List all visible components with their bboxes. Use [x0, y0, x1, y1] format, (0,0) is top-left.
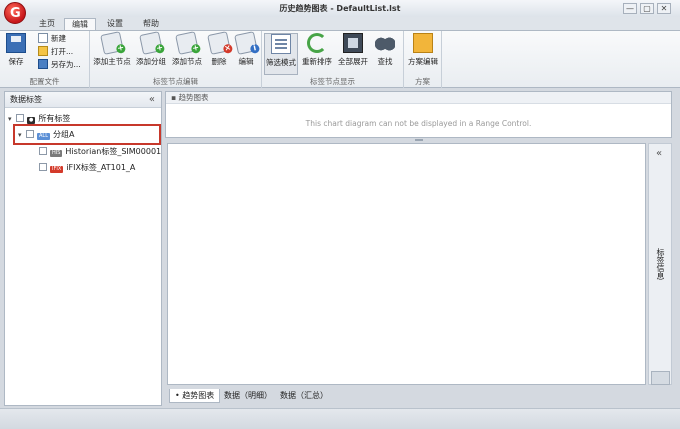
range-header: ▪ 趋势图表	[166, 92, 671, 104]
group-label-plan: 方案	[415, 77, 430, 86]
resort-label: 重新排序	[302, 57, 332, 66]
tag-info-panel[interactable]: « 标签信息	[648, 143, 672, 385]
group-tag-display: 筛选模式 重新排序 全部展开 查找 标签节点显示	[262, 31, 404, 88]
chart-area[interactable]	[167, 143, 646, 385]
resort-button[interactable]: 重新排序	[300, 33, 334, 75]
splitter-handle[interactable]	[415, 139, 423, 141]
expand-all-label: 全部展开	[338, 57, 368, 66]
new-file-icon	[38, 33, 48, 43]
add-group-button[interactable]: + 添加分组	[134, 31, 168, 75]
tag-delete-icon: ×	[207, 31, 234, 55]
open-button[interactable]: 打开...	[38, 46, 73, 58]
tag-node-add-icon: +	[175, 31, 202, 55]
item-checkbox[interactable]	[39, 147, 47, 155]
save-icon	[6, 33, 26, 53]
minimize-button[interactable]: —	[623, 3, 637, 14]
logo-letter: G	[10, 6, 21, 21]
save-as-label: 另存为...	[51, 60, 81, 69]
tree-item-row[interactable]: IFIX iFIX标签_AT101_A	[39, 161, 135, 175]
simple-mode-button[interactable]: 筛选模式	[264, 33, 298, 75]
tab-help[interactable]: 帮助	[136, 18, 166, 30]
delete-label: 删除	[211, 57, 227, 66]
tag-icon: ●	[27, 117, 36, 124]
add-group-label: 添加分组	[136, 57, 166, 66]
tab-trend-chart[interactable]: • 趋势图表	[169, 389, 221, 403]
tag-group-add-icon: +	[139, 31, 166, 55]
save-button[interactable]: 保存	[3, 33, 29, 75]
tab-edit[interactable]: 编辑	[64, 18, 96, 30]
tab-home[interactable]: 主页	[34, 18, 60, 30]
root-checkbox[interactable]	[16, 114, 24, 122]
tree-item-row[interactable]: HIS Historian标签_SIM00001	[39, 145, 161, 159]
save-as-icon	[38, 59, 48, 69]
add-main-node-label: 添加主节点	[93, 57, 131, 66]
expand-all-button[interactable]: 全部展开	[336, 33, 370, 75]
range-control-panel: ▪ 趋势图表 This chart diagram can not be dis…	[165, 91, 672, 138]
group-label-tag-display: 标签节点显示	[310, 77, 355, 86]
tag-edit-icon: i	[234, 31, 261, 55]
window-title: 历史趋势图表 - DefaultList.lst	[279, 4, 401, 13]
status-bar	[0, 408, 680, 429]
bottom-tabs: • 趋势图表 数据（明细） 数据（汇总）	[167, 387, 646, 406]
add-main-node-button[interactable]: + 添加主节点	[92, 31, 132, 75]
save-label: 保存	[8, 57, 24, 66]
delete-button[interactable]: × 删除	[207, 31, 234, 75]
tab-data-detail[interactable]: 数据（明细）	[219, 389, 277, 403]
group-config: 保存 新建 打开... 另存为... 配置文件	[0, 31, 90, 88]
item-checkbox[interactable]	[39, 163, 47, 171]
tab-trend-chart-label: 趋势图表	[182, 391, 215, 400]
tag-tree-header: 数据标签 «	[5, 92, 161, 108]
range-title: 趋势图表	[178, 93, 209, 102]
item-badge: HIS	[50, 150, 63, 157]
plan-edit-button[interactable]: 方案编辑	[406, 33, 440, 75]
refresh-icon	[307, 33, 327, 53]
maximize-button[interactable]: ▢	[640, 3, 654, 14]
tab-settings[interactable]: 设置	[100, 18, 130, 30]
add-node-button[interactable]: + 添加节点	[170, 31, 204, 75]
ribbon: 保存 新建 打开... 另存为... 配置文件 + 添加主节点 + 添加分组 +…	[0, 30, 680, 88]
tab-data-summary[interactable]: 数据（汇总）	[275, 389, 333, 403]
right-panel-toggle[interactable]	[651, 371, 670, 385]
new-button[interactable]: 新建	[38, 33, 66, 45]
tree-item-label: iFIX标签_AT101_A	[66, 163, 136, 172]
open-label: 打开...	[51, 47, 74, 56]
edit-button[interactable]: i 编辑	[234, 31, 261, 75]
title-bar: 历史趋势图表 - DefaultList.lst — ▢ ✕	[0, 0, 680, 17]
group-label-config: 配置文件	[29, 77, 60, 86]
collapse-left-icon[interactable]: «	[149, 92, 155, 108]
find-label: 查找	[377, 57, 393, 66]
simple-mode-label: 筛选模式	[266, 58, 296, 67]
find-button[interactable]: 查找	[374, 33, 396, 75]
close-button[interactable]: ✕	[657, 3, 671, 14]
expand-right-icon[interactable]: «	[656, 148, 662, 159]
expand-all-icon	[343, 33, 363, 53]
group-label-tag-edit: 标签节点编辑	[153, 77, 198, 86]
group-tag-edit: + 添加主节点 + 添加分组 + 添加节点 × 删除 i 编辑 标签节点编辑	[90, 31, 262, 88]
selection-highlight	[13, 124, 161, 145]
group-plan: 方案编辑 方案	[404, 31, 442, 88]
edit-label: 编辑	[238, 57, 254, 66]
save-as-button[interactable]: 另存为...	[38, 59, 81, 71]
plan-edit-label: 方案编辑	[408, 57, 438, 66]
list-view-icon	[271, 34, 291, 54]
tag-add-icon: +	[100, 31, 127, 55]
tag-info-label: 标签信息	[656, 248, 665, 280]
folder-icon	[413, 33, 433, 53]
tree-item-label: Historian标签_SIM00001	[65, 147, 162, 156]
app-logo[interactable]: G	[4, 2, 26, 24]
range-message: This chart diagram can not be displayed …	[305, 119, 532, 128]
add-node-label: 添加节点	[172, 57, 202, 66]
item-badge: IFIX	[50, 166, 64, 173]
tree-root-label: 所有标签	[38, 114, 71, 123]
ribbon-tabs: 主页 编辑 设置 帮助	[0, 17, 680, 30]
new-label: 新建	[51, 34, 66, 43]
binoculars-icon	[375, 33, 395, 53]
tag-tree-title: 数据标签	[10, 95, 42, 104]
folder-open-icon	[38, 46, 48, 56]
